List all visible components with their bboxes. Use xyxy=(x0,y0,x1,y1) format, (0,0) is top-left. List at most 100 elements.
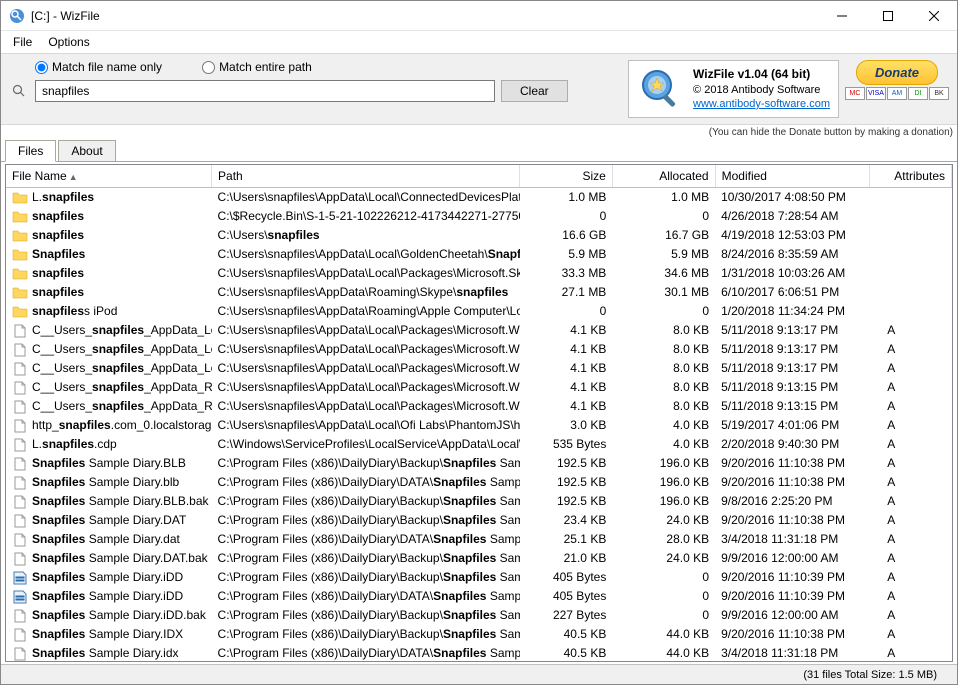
table-row[interactable]: http_snapfiles.com_0.localstorageC:\User… xyxy=(6,416,952,435)
tab-about[interactable]: About xyxy=(58,140,115,162)
cell-path: C:\Users\snapfiles\AppData\Local\Package… xyxy=(212,340,520,359)
cell-attributes: A xyxy=(869,511,951,530)
cell-modified: 9/20/2016 11:10:39 PM xyxy=(715,587,869,606)
col-header-path[interactable]: Path xyxy=(212,165,520,188)
cell-allocated: 196.0 KB xyxy=(612,454,715,473)
table-row[interactable]: Snapfiles Sample Diary.BLBC:\Program Fil… xyxy=(6,454,952,473)
cell-modified: 1/31/2018 10:03:26 AM xyxy=(715,264,869,283)
cell-size: 405 Bytes xyxy=(520,568,612,587)
cell-name: Snapfiles Sample Diary.iDD xyxy=(6,587,212,606)
table-row[interactable]: L.snapfiles.cdpC:\Windows\ServiceProfile… xyxy=(6,435,952,454)
cell-attributes: A xyxy=(869,530,951,549)
table-row[interactable]: Snapfiles Sample Diary.DAT.bakC:\Program… xyxy=(6,549,952,568)
table-row[interactable]: Snapfiles Sample Diary.IDXC:\Program Fil… xyxy=(6,625,952,644)
cell-path: C:\Program Files (x86)\DailyDiary\DATA\S… xyxy=(212,473,520,492)
cell-path: C:\Users\snapfiles\AppData\Roaming\Apple… xyxy=(212,302,520,321)
col-header-size[interactable]: Size xyxy=(520,165,612,188)
table-row[interactable]: C__Users_snapfiles_AppData_LocC:\Users\s… xyxy=(6,321,952,340)
col-header-name[interactable]: File Name▲ xyxy=(6,165,212,188)
table-row[interactable]: C__Users_snapfiles_AppData_RoaC:\Users\s… xyxy=(6,397,952,416)
folder-icon xyxy=(12,229,28,243)
col-header-modified[interactable]: Modified xyxy=(715,165,869,188)
table-row[interactable]: Snapfiles Sample Diary.datC:\Program Fil… xyxy=(6,530,952,549)
table-row[interactable]: snapfilesC:\Users\snapfiles\AppData\Roam… xyxy=(6,283,952,302)
donate-hint: (You can hide the Donate button by makin… xyxy=(1,127,957,138)
radio-match-path[interactable]: Match entire path xyxy=(202,60,312,74)
file-icon xyxy=(12,628,28,642)
app-icon xyxy=(9,8,25,24)
table-row[interactable]: Snapfiles Sample Diary.DATC:\Program Fil… xyxy=(6,511,952,530)
cell-name: Snapfiles Sample Diary.DAT.bak xyxy=(6,549,212,568)
cell-size: 21.0 KB xyxy=(520,549,612,568)
table-row[interactable]: snapfilesC:\Users\snapfiles16.6 GB16.7 G… xyxy=(6,226,952,245)
cell-size: 5.9 MB xyxy=(520,245,612,264)
cell-name: snapfiles xyxy=(6,207,212,226)
cell-name: Snapfiles Sample Diary.IDX xyxy=(6,625,212,644)
cell-allocated: 196.0 KB xyxy=(612,473,715,492)
file-icon xyxy=(12,552,28,566)
cell-path: C:\Users\snapfiles\AppData\Local\Package… xyxy=(212,397,520,416)
cell-attributes: A xyxy=(869,454,951,473)
cell-name: Snapfiles Sample Diary.BLB.bak xyxy=(6,492,212,511)
cell-path: C:\Users\snapfiles\AppData\Local\GoldenC… xyxy=(212,245,520,264)
tab-bar: Files About xyxy=(1,138,957,162)
table-row[interactable]: Snapfiles Sample Diary.iDDC:\Program Fil… xyxy=(6,587,952,606)
cell-size: 4.1 KB xyxy=(520,321,612,340)
table-row[interactable]: C__Users_snapfiles_AppData_LocC:\Users\s… xyxy=(6,340,952,359)
cell-modified: 9/20/2016 11:10:38 PM xyxy=(715,511,869,530)
cell-path: C:\Windows\ServiceProfiles\LocalService\… xyxy=(212,435,520,454)
cell-attributes xyxy=(869,283,951,302)
table-row[interactable]: snapfilesC:\$Recycle.Bin\S-1-5-21-102226… xyxy=(6,207,952,226)
table-row[interactable]: Snapfiles Sample Diary.iDDC:\Program Fil… xyxy=(6,568,952,587)
cell-attributes: A xyxy=(869,568,951,587)
app-url[interactable]: www.antibody-software.com xyxy=(693,98,830,110)
cell-modified: 5/19/2017 4:01:06 PM xyxy=(715,416,869,435)
col-header-attributes[interactable]: Attributes xyxy=(869,165,951,188)
cell-name: C__Users_snapfiles_AppData_Roa xyxy=(6,378,212,397)
cell-size: 4.1 KB xyxy=(520,340,612,359)
cell-size: 192.5 KB xyxy=(520,454,612,473)
file-icon xyxy=(12,381,28,395)
donate-button[interactable]: Donate xyxy=(856,60,938,85)
table-row[interactable]: Snapfiles Sample Diary.iDD.bakC:\Program… xyxy=(6,606,952,625)
col-header-allocated[interactable]: Allocated xyxy=(612,165,715,188)
cell-attributes: A xyxy=(869,549,951,568)
maximize-button[interactable] xyxy=(865,1,911,31)
table-row[interactable]: C__Users_snapfiles_AppData_RoaC:\Users\s… xyxy=(6,378,952,397)
idd-icon xyxy=(12,590,28,604)
cell-modified: 9/20/2016 11:10:38 PM xyxy=(715,473,869,492)
table-row[interactable]: SnapfilesC:\Users\snapfiles\AppData\Loca… xyxy=(6,245,952,264)
clear-button[interactable]: Clear xyxy=(501,80,568,102)
cell-name: Snapfiles xyxy=(6,245,212,264)
cell-size: 0 xyxy=(520,207,612,226)
cell-attributes: A xyxy=(869,321,951,340)
search-input[interactable] xyxy=(35,80,495,102)
table-row[interactable]: Snapfiles Sample Diary.blbC:\Program Fil… xyxy=(6,473,952,492)
minimize-button[interactable] xyxy=(819,1,865,31)
status-bar: (31 files Total Size: 1.5 MB) xyxy=(1,664,957,684)
table-row[interactable]: snapfiless iPodC:\Users\snapfiles\AppDat… xyxy=(6,302,952,321)
cell-allocated: 4.0 KB xyxy=(612,435,715,454)
cell-path: C:\Program Files (x86)\DailyDiary\Backup… xyxy=(212,511,520,530)
tab-files[interactable]: Files xyxy=(5,140,56,162)
cell-modified: 3/4/2018 11:31:18 PM xyxy=(715,530,869,549)
radio-match-name[interactable]: Match file name only xyxy=(35,60,162,74)
menu-file[interactable]: File xyxy=(5,33,40,51)
table-row[interactable]: L.snapfilesC:\Users\snapfiles\AppData\Lo… xyxy=(6,188,952,208)
cell-allocated: 4.0 KB xyxy=(612,416,715,435)
cell-attributes: A xyxy=(869,492,951,511)
table-row[interactable]: Snapfiles Sample Diary.idxC:\Program Fil… xyxy=(6,644,952,661)
cell-size: 25.1 KB xyxy=(520,530,612,549)
file-icon xyxy=(12,495,28,509)
cell-name: Snapfiles Sample Diary.blb xyxy=(6,473,212,492)
table-row[interactable]: C__Users_snapfiles_AppData_LocC:\Users\s… xyxy=(6,359,952,378)
cell-size: 4.1 KB xyxy=(520,378,612,397)
menu-options[interactable]: Options xyxy=(40,33,97,51)
cell-path: C:\Users\snapfiles\AppData\Local\Ofi Lab… xyxy=(212,416,520,435)
search-icon xyxy=(9,81,29,101)
cell-modified: 1/20/2018 11:34:24 PM xyxy=(715,302,869,321)
close-button[interactable] xyxy=(911,1,957,31)
table-row[interactable]: snapfilesC:\Users\snapfiles\AppData\Loca… xyxy=(6,264,952,283)
cell-modified: 5/11/2018 9:13:15 PM xyxy=(715,397,869,416)
table-row[interactable]: Snapfiles Sample Diary.BLB.bakC:\Program… xyxy=(6,492,952,511)
